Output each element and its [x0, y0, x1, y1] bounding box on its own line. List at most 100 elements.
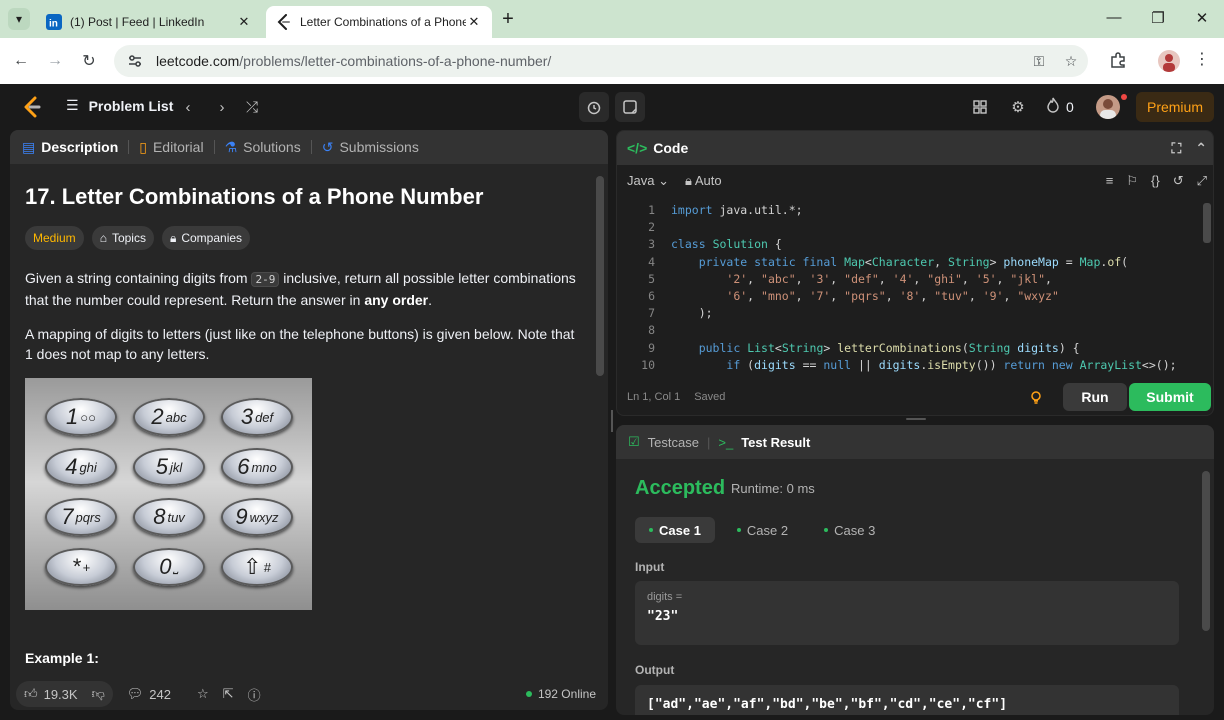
bookmark-star-icon[interactable]: ☆: [1062, 52, 1080, 70]
help-icon[interactable]: ⓘ: [248, 685, 261, 704]
code-editor[interactable]: 1 import java.util.*; 2 3 class Solution {…: [617, 203, 1197, 375]
key-icon[interactable]: ⚿: [1030, 52, 1048, 70]
online-indicator: 192 Online: [525, 687, 596, 701]
pass-dot: [824, 528, 829, 532]
key-0: 0 ⎵: [133, 548, 205, 586]
premium-button[interactable]: Premium: [1136, 92, 1214, 122]
result-scrollbar[interactable]: [1202, 465, 1210, 709]
vertical-resize-handle[interactable]: [906, 418, 926, 420]
fullscreen-icon[interactable]: ⛶: [1171, 140, 1181, 157]
problem-list-button[interactable]: ☰ Problem List: [66, 97, 173, 114]
scroll-thumb[interactable]: [596, 176, 604, 376]
tab-submissions[interactable]: ↺ Submissions: [322, 139, 419, 156]
next-problem-icon[interactable]: ›: [212, 97, 232, 117]
close-tab-icon[interactable]: ✕: [236, 14, 252, 30]
inline-code: 2-9: [251, 272, 280, 287]
case-tab-3[interactable]: Case 3: [810, 517, 889, 543]
scroll-thumb[interactable]: [1203, 203, 1211, 243]
leetcode-logo-icon[interactable]: [22, 96, 42, 118]
auto-mode[interactable]: 🔒︎ Auto: [685, 173, 722, 189]
thumbs-down-icon[interactable]: 👎︎: [92, 686, 105, 702]
svg-text:in: in: [49, 19, 58, 30]
list-icon: ☰: [66, 97, 79, 113]
extensions-icon[interactable]: [1108, 50, 1128, 70]
desc-text: .: [428, 292, 433, 308]
maximize-icon[interactable]: ❐: [1148, 9, 1168, 27]
pass-dot: [736, 528, 741, 532]
tab-leetcode[interactable]: Letter Combinations of a Phone Number ✕: [266, 6, 492, 38]
runtime-label: Runtime: 0 ms: [731, 481, 815, 496]
shuffle-icon[interactable]: ⤮: [242, 97, 262, 117]
case-tab-2[interactable]: Case 2: [723, 517, 802, 543]
reload-icon[interactable]: ↻: [78, 50, 100, 72]
format-icon[interactable]: ≡: [1106, 173, 1114, 189]
panel-resize-handle[interactable]: [611, 410, 613, 432]
output-label: Output: [635, 663, 675, 677]
comment-count: 242: [149, 686, 171, 702]
mapping-note: A mapping of digits to letters (just lik…: [25, 326, 575, 362]
notes-button[interactable]: [615, 92, 645, 122]
close-tab-icon[interactable]: ✕: [466, 14, 482, 30]
key-3: 3 def: [221, 398, 293, 436]
streak-counter[interactable]: 0: [1046, 97, 1074, 116]
debug-icon[interactable]: [1027, 388, 1045, 406]
editor-scrollbar[interactable]: [1203, 203, 1211, 373]
tab-solutions[interactable]: ⚗ Solutions: [225, 139, 301, 156]
topics-button[interactable]: ⌂ Topics: [91, 226, 154, 250]
key-4: 4 ghi: [45, 448, 117, 486]
user-avatar[interactable]: [1096, 95, 1120, 119]
code-icon: </>: [627, 140, 648, 156]
layout-grid-icon[interactable]: [970, 97, 990, 117]
tab-editorial[interactable]: ▯ Editorial: [139, 139, 203, 156]
run-button[interactable]: Run: [1063, 383, 1127, 411]
comments-button[interactable]: 💬︎ 242: [127, 686, 171, 702]
input-box: digits = "23": [635, 581, 1179, 645]
expand-icon[interactable]: ⤢: [1197, 173, 1207, 189]
tab-linkedin[interactable]: in (1) Post | Feed | LinkedIn ✕: [36, 6, 262, 38]
back-icon[interactable]: ←: [10, 50, 32, 72]
profile-avatar[interactable]: [1158, 50, 1180, 72]
url-host: leetcode.com: [156, 53, 240, 69]
share-icon[interactable]: ⇱: [223, 686, 234, 702]
difficulty-badge: Medium: [25, 226, 84, 250]
tab-testcase[interactable]: Testcase: [648, 435, 699, 450]
prev-problem-icon[interactable]: ‹: [178, 97, 198, 117]
description-footer: 👍︎ 19.3K 👎︎ 💬︎ 242 ☆ ⇱ ⓘ 192 Online: [10, 678, 608, 710]
input-key: digits =: [647, 591, 683, 603]
tab-search-icon[interactable]: ▾: [8, 8, 30, 30]
key-1: 1 ○○: [45, 398, 117, 436]
code-panel-header: </> Code ⛶ ⌃: [617, 131, 1213, 165]
save-status: Saved: [694, 391, 726, 403]
favorite-star-icon[interactable]: ☆: [197, 686, 209, 702]
terminal-icon: >_: [718, 434, 734, 450]
bookmark-icon[interactable]: ⚐: [1126, 173, 1138, 189]
description-scrollbar[interactable]: [596, 170, 604, 670]
tab-test-result[interactable]: Test Result: [741, 435, 810, 450]
site-settings-icon[interactable]: [126, 52, 144, 70]
companies-button[interactable]: 🔒︎ Companies: [161, 226, 251, 250]
close-window-icon[interactable]: ✕: [1192, 9, 1212, 27]
code-editor-panel: </> Code ⛶ ⌃ Java ⌄ 🔒︎ Auto ≡ ⚐ {} ↺ ⤢ 1…: [616, 130, 1214, 416]
case-tab-1[interactable]: Case 1: [635, 517, 715, 543]
minimize-icon[interactable]: —: [1104, 9, 1124, 26]
flame-icon: [1046, 97, 1060, 116]
collapse-icon[interactable]: ⌃: [1195, 140, 1207, 157]
auto-label: Auto: [694, 173, 722, 188]
submit-button[interactable]: Submit: [1129, 383, 1211, 411]
new-tab-icon[interactable]: +: [498, 9, 518, 29]
gear-icon[interactable]: ⚙: [1008, 97, 1028, 117]
address-bar: ← → ↻ leetcode.com/problems/letter-combi…: [0, 38, 1224, 84]
desc-bold: any order: [364, 292, 429, 308]
braces-icon[interactable]: {}: [1151, 173, 1160, 189]
url-input[interactable]: leetcode.com/problems/letter-combination…: [114, 45, 1088, 77]
forward-icon[interactable]: →: [44, 50, 66, 72]
history-icon: ↺: [321, 138, 334, 155]
timer-button[interactable]: [579, 92, 609, 122]
tab-description[interactable]: ▤ Description: [22, 139, 118, 156]
thumbs-up-icon[interactable]: 👍︎: [24, 686, 38, 702]
tab-title: (1) Post | Feed | LinkedIn: [70, 15, 205, 29]
scroll-thumb[interactable]: [1202, 471, 1210, 631]
language-select[interactable]: Java ⌄: [627, 173, 669, 189]
reset-icon[interactable]: ↺: [1173, 173, 1184, 189]
browser-menu-icon[interactable]: ⋮: [1194, 50, 1210, 70]
